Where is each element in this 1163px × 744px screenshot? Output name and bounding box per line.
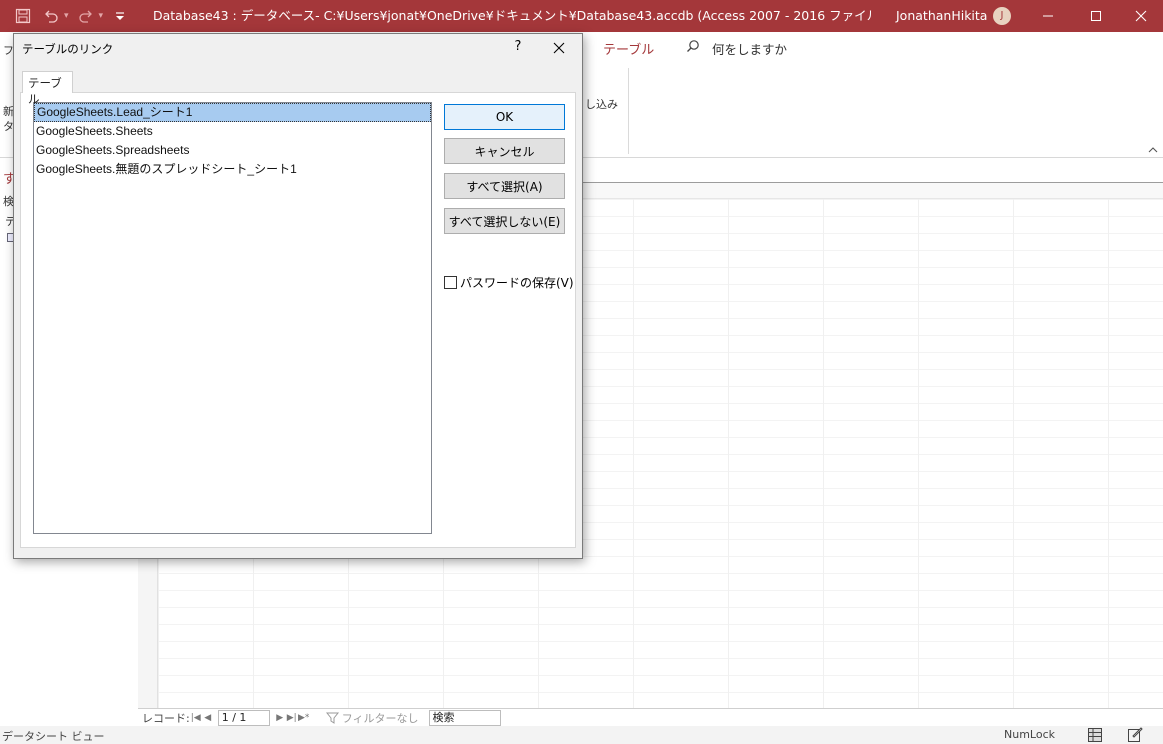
- record-navigation-bar: レコード: |◀ ◀ 1 / 1 ▶ ▶| ▶* フィルターなし 検索: [138, 708, 1163, 726]
- search-icon[interactable]: [686, 39, 700, 53]
- save-icon[interactable]: [12, 5, 34, 27]
- filter-icon: [325, 712, 339, 724]
- minimize-button[interactable]: [1025, 0, 1071, 32]
- close-icon: [1135, 10, 1147, 22]
- new-record-icon[interactable]: ▶*: [298, 713, 310, 723]
- ok-button[interactable]: OK: [444, 104, 565, 130]
- undo-dropdown-icon[interactable]: ▾: [64, 11, 69, 21]
- next-record-icon[interactable]: ▶: [274, 713, 286, 723]
- first-record-icon[interactable]: |◀: [190, 713, 202, 723]
- filter-label: フィルターなし: [341, 711, 419, 725]
- tab-tables[interactable]: テーブル: [22, 71, 73, 106]
- save-password-option[interactable]: パスワードの保存(V): [444, 274, 574, 291]
- ribbon-import-label[interactable]: し込み: [585, 96, 618, 112]
- design-view-icon[interactable]: [1127, 727, 1143, 743]
- dialog-title: テーブルのリンク: [22, 42, 114, 56]
- window-title: Database43 : データベース- C:¥Users¥jonat¥OneD…: [153, 8, 873, 23]
- list-item[interactable]: GoogleSheets.Lead_シート1: [34, 103, 431, 122]
- tell-me-search[interactable]: 何をしますか: [712, 39, 787, 58]
- list-item[interactable]: GoogleSheets.Spreadsheets: [34, 141, 431, 160]
- undo-icon[interactable]: [40, 5, 62, 27]
- status-bar: データシート ビュー NumLock: [0, 726, 1163, 744]
- table-listbox[interactable]: GoogleSheets.Lead_シート1 GoogleSheets.Shee…: [33, 102, 432, 534]
- save-password-checkbox[interactable]: [444, 276, 457, 289]
- list-item[interactable]: GoogleSheets.Sheets: [34, 122, 431, 141]
- help-button[interactable]: ?: [510, 39, 526, 57]
- ribbon-divider: [628, 68, 629, 154]
- save-password-label: パスワードの保存(V): [460, 276, 574, 290]
- customize-qat-icon[interactable]: [109, 5, 131, 27]
- close-window-button[interactable]: [1118, 0, 1163, 32]
- filter-toggle[interactable]: フィルターなし: [325, 710, 419, 726]
- record-search-input[interactable]: 検索: [428, 709, 501, 726]
- dialog-close-button[interactable]: [546, 36, 572, 60]
- cancel-button[interactable]: キャンセル: [444, 138, 565, 164]
- collapse-ribbon-icon[interactable]: [1148, 144, 1158, 157]
- tab-table[interactable]: テーブル: [603, 39, 654, 58]
- view-status-text: データシート ビュー: [2, 730, 105, 743]
- datasheet-view-icon[interactable]: [1087, 727, 1103, 743]
- numlock-indicator: NumLock: [1004, 728, 1055, 741]
- deselect-all-button[interactable]: すべて選択しない(E): [444, 208, 565, 234]
- list-item[interactable]: GoogleSheets.無題のスプレッドシート_シート1: [34, 160, 431, 179]
- close-icon: [553, 42, 565, 54]
- avatar[interactable]: J: [993, 7, 1011, 25]
- maximize-button[interactable]: [1073, 0, 1119, 32]
- maximize-icon: [1091, 11, 1101, 21]
- link-tables-dialog: テーブルのリンク ? テーブル GoogleSheets.Lead_シート1 G…: [13, 33, 583, 559]
- previous-record-icon[interactable]: ◀: [202, 713, 214, 723]
- title-bar: ▾ ▾ Database43 : データベース- C:¥Users¥jonat¥…: [0, 0, 1163, 32]
- user-name[interactable]: JonathanHikita: [896, 0, 987, 32]
- select-all-button[interactable]: すべて選択(A): [444, 173, 565, 199]
- redo-icon[interactable]: [75, 5, 97, 27]
- redo-dropdown-icon[interactable]: ▾: [99, 11, 104, 21]
- record-label: レコード:: [142, 711, 190, 725]
- minimize-icon: [1043, 15, 1053, 17]
- quick-access-toolbar: ▾ ▾: [0, 5, 131, 27]
- current-record-field[interactable]: 1 / 1: [217, 709, 270, 726]
- last-record-icon[interactable]: ▶|: [286, 713, 298, 723]
